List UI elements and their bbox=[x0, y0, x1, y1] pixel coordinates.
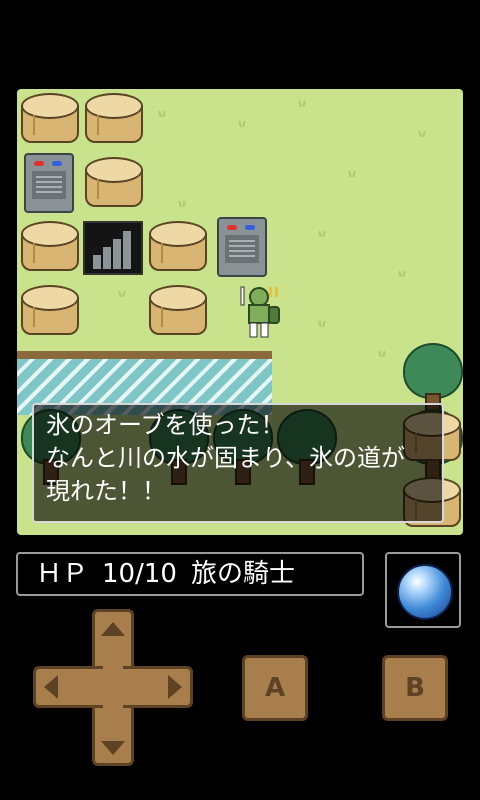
arrow-left-icon bbox=[44, 675, 58, 699]
message-dialog[interactable]: 氷のオーブを使った！ なんと川の水が固まり、氷の道が 現れた！！ bbox=[32, 403, 444, 523]
tree-stump bbox=[19, 91, 79, 143]
grass-tuft bbox=[237, 119, 247, 127]
grass-tuft bbox=[347, 169, 357, 177]
item-slot-button[interactable] bbox=[385, 552, 461, 628]
hp-label: ＨＰ bbox=[36, 559, 89, 589]
tree-stump bbox=[83, 155, 143, 207]
b-button[interactable]: B bbox=[382, 655, 448, 721]
dpad-right-button[interactable] bbox=[123, 666, 193, 708]
grass-tuft bbox=[317, 229, 327, 237]
grass-tuft bbox=[377, 349, 387, 357]
terminal-device bbox=[217, 217, 267, 277]
grass-tuft bbox=[157, 109, 167, 117]
terminal-device bbox=[24, 153, 74, 213]
ice-orb-icon bbox=[397, 564, 453, 620]
tree-stump bbox=[19, 219, 79, 271]
grass-tuft bbox=[317, 319, 327, 327]
dialog-line-3: 現れた！！ bbox=[46, 477, 166, 505]
dpad-center bbox=[95, 669, 131, 705]
status-bar: ＨＰ 10/10 旅の騎士 bbox=[16, 552, 364, 596]
grass-tuft bbox=[177, 199, 187, 207]
dialog-line-2: なんと川の水が固まり、氷の道が bbox=[46, 444, 406, 472]
tree-stump bbox=[147, 219, 207, 271]
grass-tuft bbox=[117, 289, 127, 297]
dialog-line-1: 氷のオーブを使った！ bbox=[46, 411, 285, 439]
arrow-down-icon bbox=[101, 741, 125, 755]
character-title: 旅の騎士 bbox=[190, 559, 295, 589]
tree-stump bbox=[19, 283, 79, 335]
arrow-right-icon bbox=[168, 675, 182, 699]
stairs-down bbox=[83, 221, 143, 275]
grass-tuft bbox=[297, 99, 307, 107]
grass-tuft bbox=[397, 269, 407, 277]
arrow-up-icon bbox=[101, 622, 125, 636]
hp-value: 10/10 bbox=[102, 559, 177, 589]
knight-player-sprite bbox=[240, 286, 280, 338]
tree-stump bbox=[147, 283, 207, 335]
tree-stump bbox=[83, 91, 143, 143]
grass-tuft bbox=[417, 129, 427, 137]
a-button[interactable]: A bbox=[242, 655, 308, 721]
